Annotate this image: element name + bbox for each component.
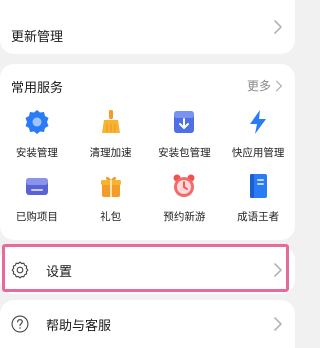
settings-label: 设置	[46, 264, 73, 280]
service-clean-speedup[interactable]: 清理加速	[74, 108, 148, 160]
purchased-wallet-icon	[25, 178, 48, 195]
service-label: 成语王者	[237, 211, 280, 223]
service-label: 预约新游	[163, 211, 206, 223]
chevron-right-icon	[275, 80, 283, 91]
service-install-manage[interactable]: 安装管理	[0, 108, 74, 160]
service-label: 已购项目	[15, 211, 58, 223]
services-grid: 安装管理 清理加速 安装包管理 快应用管理 已购项目 礼包 预约新游 成语王者	[0, 108, 295, 224]
service-label: 安装管理	[15, 147, 58, 159]
service-quickapp-manage[interactable]: 快应用管理	[221, 108, 295, 160]
service-label: 清理加速	[89, 147, 132, 159]
chevron-right-icon	[274, 263, 282, 277]
common-services-title: 常用服务	[11, 81, 64, 96]
help-question-icon	[11, 315, 29, 333]
settings-row[interactable]: 设置	[0, 246, 295, 294]
lightning-icon	[250, 110, 267, 134]
update-management-row[interactable]: 更新管理	[0, 0, 295, 54]
package-box-icon	[174, 111, 195, 133]
service-idiom-king[interactable]: 成语王者	[221, 172, 295, 224]
more-label: 更多	[246, 79, 271, 93]
gift-icon	[100, 176, 121, 197]
service-package-manage[interactable]: 安装包管理	[148, 108, 222, 160]
common-services-card: 常用服务 更多 安装管理 清理加速 安装包管理 快应用管理 已购项目 礼包 预约…	[0, 64, 295, 240]
more-link[interactable]: 更多	[247, 77, 283, 94]
service-purchased[interactable]: 已购项目	[0, 172, 74, 224]
chevron-right-icon	[274, 20, 282, 34]
help-support-label: 帮助与客服	[46, 318, 112, 334]
service-label: 安装包管理	[158, 147, 211, 159]
broom-icon	[101, 110, 120, 133]
gear-icon	[11, 261, 29, 279]
chevron-right-icon	[274, 317, 282, 331]
service-reserve-game[interactable]: 预约新游	[148, 172, 222, 224]
service-label: 礼包	[100, 211, 122, 223]
help-support-row[interactable]: 帮助与客服	[0, 300, 295, 348]
book-icon	[250, 174, 268, 198]
service-gift[interactable]: 礼包	[74, 172, 148, 224]
gear-badge-icon	[25, 110, 49, 134]
service-label: 快应用管理	[231, 147, 285, 159]
update-management-label: 更新管理	[11, 30, 64, 45]
alarm-clock-icon	[173, 174, 195, 197]
